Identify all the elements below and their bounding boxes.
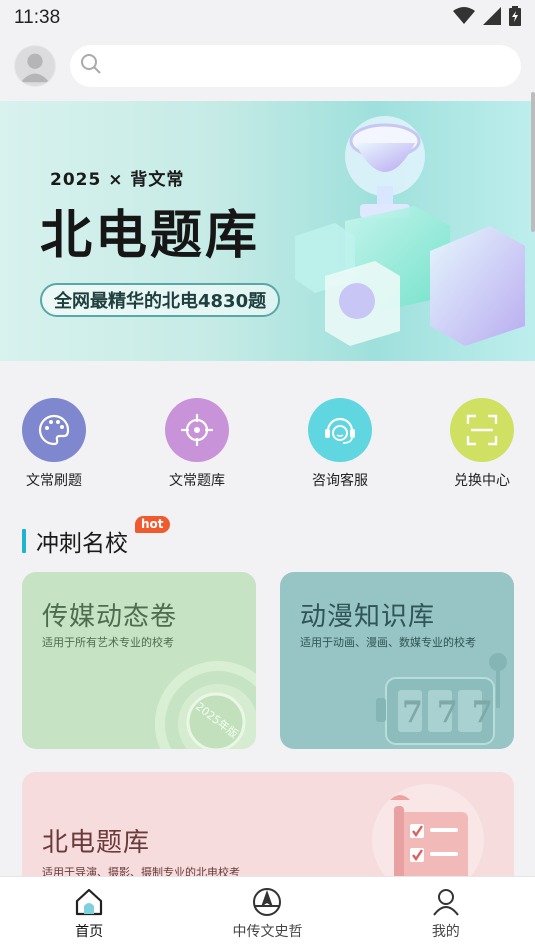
user-icon — [433, 889, 459, 916]
scrollbar-thumb[interactable] — [531, 92, 535, 232]
quick-actions: 文常刷题 文常题库 咨询客服 兑换中心 — [0, 398, 535, 490]
promo-banner[interactable]: 2025 × 背文常 北电题库 全网最精华的北电4830题 — [0, 101, 535, 361]
card-title: 传媒动态卷 — [42, 602, 178, 632]
nav-home[interactable]: 首页 — [0, 877, 178, 951]
quick-action-brush-questions[interactable]: 文常刷题 — [4, 398, 104, 490]
banner-top-line: 2025 × 背文常 — [50, 170, 185, 190]
card-title: 北电题库 — [42, 828, 151, 858]
nav-label: 中传文史哲 — [232, 924, 303, 940]
battery-icon — [509, 6, 521, 30]
quick-action-redeem-center[interactable]: 兑换中心 — [432, 398, 532, 490]
card-anime-knowledge-base[interactable]: 动漫知识库 适用于动画、漫画、数媒专业的校考 777 — [280, 572, 514, 749]
quick-action-customer-service[interactable]: 咨询客服 — [290, 398, 390, 490]
nav-label: 我的 — [431, 924, 460, 940]
bottom-nav: 首页 中传文史哲 我的 — [0, 876, 535, 951]
status-icons — [453, 6, 521, 30]
slot-digits: 777 — [402, 695, 507, 730]
nav-cuc-humanities[interactable]: 中传文史哲 — [178, 877, 356, 951]
compass-icon — [253, 888, 282, 916]
signal-icon — [483, 7, 501, 29]
search-input[interactable] — [108, 57, 521, 75]
header — [0, 40, 535, 92]
headset-icon — [308, 398, 372, 462]
quick-action-label: 文常刷题 — [26, 473, 82, 489]
palette-icon — [22, 398, 86, 462]
home-icon — [76, 888, 103, 916]
quick-action-label: 咨询客服 — [312, 473, 368, 489]
checklist-illustration — [372, 784, 484, 884]
banner-subtitle: 全网最精华的北电4830题 — [40, 283, 281, 317]
quick-action-label: 兑换中心 — [454, 473, 510, 489]
status-bar: 11:38 — [0, 0, 535, 36]
card-title: 动漫知识库 — [300, 602, 436, 632]
scan-icon — [450, 398, 514, 462]
avatar[interactable] — [14, 45, 56, 87]
search-bar[interactable] — [70, 45, 521, 87]
section-title-text: 冲刺名校 — [36, 531, 128, 557]
card-desc: 适用于所有艺术专业的校考 — [42, 636, 174, 649]
nav-mine[interactable]: 我的 — [357, 877, 535, 951]
trophy-cubes-illustration — [295, 116, 525, 346]
target-icon — [165, 398, 229, 462]
quick-action-question-bank[interactable]: 文常题库 — [147, 398, 247, 490]
card-bfa-question-bank[interactable]: 北电题库 适用于导演、摄影、摄制专业的北电校考 — [22, 772, 514, 892]
wifi-icon — [453, 7, 475, 29]
hot-badge: hot — [135, 516, 170, 533]
card-media-dynamic-paper[interactable]: 传媒动态卷 适用于所有艺术专业的校考 2025年版 — [22, 572, 256, 749]
nav-label: 首页 — [75, 924, 104, 940]
banner-title: 北电题库 — [40, 205, 261, 266]
quick-action-label: 文常题库 — [169, 473, 225, 489]
section-title: 冲刺名校 — [22, 524, 128, 558]
section-accent-bar — [22, 529, 26, 553]
card-desc: 适用于动画、漫画、数媒专业的校考 — [300, 636, 476, 649]
search-icon — [80, 53, 102, 79]
status-time: 11:38 — [14, 7, 61, 28]
user-avatar-icon — [20, 53, 50, 83]
